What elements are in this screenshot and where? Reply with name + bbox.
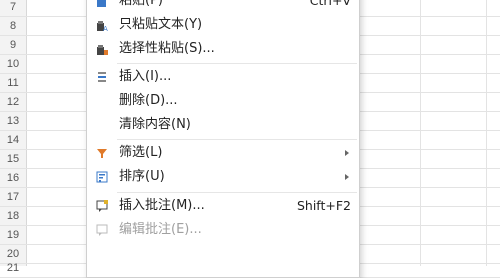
svg-text:A: A (103, 25, 108, 32)
row-number[interactable]: 11 (0, 74, 26, 93)
paste-text-icon: A (97, 21, 108, 32)
menu-item-insert[interactable]: 插入(I)... (87, 65, 359, 89)
row-number[interactable]: 7 (0, 0, 26, 17)
menu-item-label: 插入批注(M)... (119, 198, 205, 213)
row-number[interactable]: 12 (0, 93, 26, 112)
menu-item-label: 选择性粘贴(S)... (119, 41, 215, 56)
row-number[interactable]: 14 (0, 131, 26, 150)
menu-separator (117, 192, 357, 193)
menu-item-label: 只粘贴文本(Y) (119, 17, 203, 32)
menu-separator (117, 63, 357, 64)
row-number[interactable]: 10 (0, 55, 26, 74)
menu-item-label: 清除内容(N) (119, 117, 191, 132)
menu-item-sort[interactable]: 排序(U) (87, 165, 359, 189)
insert-comment-icon (96, 200, 108, 212)
edit-comment-icon (96, 224, 108, 236)
paste-icon (97, 0, 106, 7)
row-number[interactable]: 9 (0, 36, 26, 55)
row-number[interactable]: 18 (0, 207, 26, 226)
paste-special-icon (97, 45, 108, 55)
menu-item-label: 筛选(L) (119, 145, 163, 160)
menu-item-label: 排序(U) (119, 169, 165, 184)
menu-item-clear-contents[interactable]: 清除内容(N) (87, 113, 359, 137)
row-number[interactable]: 17 (0, 188, 26, 207)
menu-item-label: 粘贴(P) (119, 0, 163, 8)
submenu-arrow-icon (345, 174, 349, 180)
menu-item-shortcut: Ctrl+V (309, 0, 351, 8)
filter-icon (97, 149, 107, 158)
menu-item-paste-text-only[interactable]: A 只粘贴文本(Y) (87, 13, 359, 37)
menu-item-paste-special[interactable]: 选择性粘贴(S)... (87, 37, 359, 61)
menu-item-filter[interactable]: 筛选(L) (87, 141, 359, 165)
context-menu: 粘贴(P) Ctrl+V A 只粘贴文本(Y) 选择性粘贴(S)... 插入(I… (86, 0, 360, 278)
menu-item-label: 编辑批注(E)... (119, 222, 202, 237)
menu-item-delete[interactable]: 删除(D)... (87, 89, 359, 113)
menu-item-edit-comment: 编辑批注(E)... (87, 218, 359, 242)
menu-item-shortcut: Shift+F2 (296, 198, 351, 213)
menu-item-label: 删除(D)... (119, 93, 178, 108)
insert-icon (98, 72, 106, 82)
row-number[interactable]: 21 (0, 259, 26, 278)
submenu-arrow-icon (345, 150, 349, 156)
row-number[interactable]: 15 (0, 150, 26, 169)
row-number[interactable]: 13 (0, 112, 26, 131)
menu-item-label: 插入(I)... (119, 69, 172, 84)
row-number[interactable]: 19 (0, 226, 26, 245)
menu-separator (117, 139, 357, 140)
menu-item-paste[interactable]: 粘贴(P) Ctrl+V (87, 0, 359, 13)
menu-item-insert-comment[interactable]: 插入批注(M)... Shift+F2 (87, 194, 359, 218)
row-number[interactable]: 8 (0, 17, 26, 36)
sort-icon (96, 171, 108, 183)
row-number[interactable]: 16 (0, 169, 26, 188)
